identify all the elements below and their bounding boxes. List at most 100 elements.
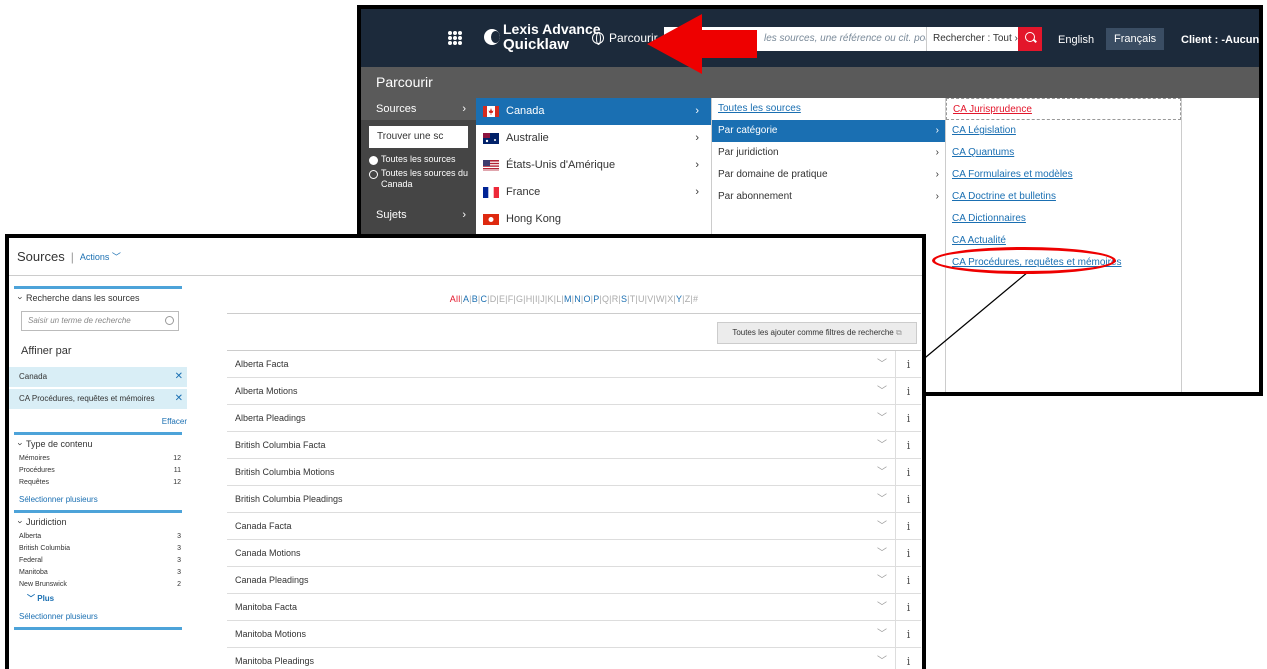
country-item-france[interactable]: France › <box>476 179 711 206</box>
search-icon[interactable] <box>165 316 174 325</box>
result-row[interactable]: Canada Pleadings ﹀ i <box>227 567 921 594</box>
alpha-letter-m[interactable]: M <box>564 294 572 304</box>
link-ca-doctrine[interactable]: CA Doctrine et bulletins <box>946 186 1181 208</box>
info-icon[interactable]: i <box>895 459 921 486</box>
link-ca-jurisprudence[interactable]: CA Jurisprudence <box>946 98 1181 120</box>
content-type-header[interactable]: ›Type de contenu <box>9 435 187 453</box>
country-item-usa[interactable]: États-Unis d'Amérique › <box>476 152 711 179</box>
facet-label: Alberta <box>19 533 42 540</box>
link-ca-quantums[interactable]: CA Quantums <box>946 142 1181 164</box>
topics-menu-item[interactable]: Sujets › <box>361 204 476 226</box>
source-search-input[interactable]: Saisir un terme de recherche <box>21 311 179 331</box>
result-row[interactable]: Alberta Facta ﹀ i <box>227 351 921 378</box>
result-row[interactable]: Canada Facta ﹀ i <box>227 513 921 540</box>
result-row[interactable]: Manitoba Motions ﹀ i <box>227 621 921 648</box>
chevron-down-icon[interactable]: ﹀ <box>877 378 887 405</box>
result-row[interactable]: British Columbia Pleadings ﹀ i <box>227 486 921 513</box>
refine-heading: Affiner par <box>21 345 72 357</box>
close-icon[interactable]: ✕ <box>175 367 183 387</box>
facet-label: British Columbia <box>19 545 70 552</box>
info-icon[interactable]: i <box>895 486 921 513</box>
alpha-letter-w[interactable]: W <box>656 294 665 304</box>
content-type-item[interactable]: Requêtes 12 <box>9 477 187 489</box>
result-row[interactable]: Manitoba Facta ﹀ i <box>227 594 921 621</box>
chevron-down-icon[interactable]: ﹀ <box>877 648 887 669</box>
select-multiple-link[interactable]: Sélectionner plusieurs <box>9 606 187 627</box>
link-ca-legislation[interactable]: CA Législation <box>946 120 1181 142</box>
info-icon[interactable]: i <box>895 378 921 405</box>
chevron-down-icon[interactable]: ﹀ <box>877 405 887 432</box>
info-icon[interactable]: i <box>895 621 921 648</box>
jurisdiction-item[interactable]: Federal 3 <box>9 555 187 567</box>
result-row[interactable]: British Columbia Facta ﹀ i <box>227 432 921 459</box>
result-row[interactable]: British Columbia Motions ﹀ i <box>227 459 921 486</box>
alpha-letter-hash[interactable]: # <box>693 294 698 304</box>
australia-flag-icon <box>483 133 499 144</box>
category-all-sources[interactable]: Toutes les sources <box>712 98 945 120</box>
find-source-input[interactable]: Trouver une sc <box>369 126 468 148</box>
client-selector[interactable]: Client : -Aucun- <box>1181 34 1259 46</box>
clear-filters-link[interactable]: Effacer <box>9 411 187 432</box>
alpha-letter-u[interactable]: U <box>638 294 645 304</box>
result-row[interactable]: Alberta Motions ﹀ i <box>227 378 921 405</box>
chevron-down-icon[interactable]: ﹀ <box>877 486 887 513</box>
jurisdiction-item[interactable]: Manitoba 3 <box>9 567 187 579</box>
sources-menu-item[interactable]: Sources › <box>361 98 476 120</box>
chevron-right-icon: › <box>462 209 466 221</box>
search-scope-dropdown[interactable]: Rechercher : Tout › <box>926 27 1018 51</box>
facet-label: New Brunswick <box>19 581 67 588</box>
content-type-item[interactable]: Procédures 11 <box>9 465 187 477</box>
language-french[interactable]: Français <box>1106 28 1165 50</box>
radio-all-sources[interactable]: Toutes les sources <box>361 154 476 165</box>
info-icon[interactable]: i <box>895 351 921 378</box>
alpha-letter-n[interactable]: N <box>574 294 581 304</box>
search-within-header[interactable]: ›Recherche dans les sources <box>9 289 187 307</box>
info-icon[interactable]: i <box>895 594 921 621</box>
result-row[interactable]: Canada Motions ﹀ i <box>227 540 921 567</box>
chevron-down-icon[interactable]: ﹀ <box>877 459 887 486</box>
alpha-all[interactable]: All <box>450 294 461 304</box>
chevron-down-icon[interactable]: ﹀ <box>877 540 887 567</box>
add-all-as-filters-button[interactable]: Toutes les ajouter comme filtres de rech… <box>717 322 917 344</box>
search-icon[interactable] <box>1018 27 1042 51</box>
chevron-down-icon[interactable]: ﹀ <box>877 621 887 648</box>
info-icon[interactable]: i <box>895 540 921 567</box>
link-ca-forms[interactable]: CA Formulaires et modèles <box>946 164 1181 186</box>
facet-label: Manitoba <box>19 569 48 576</box>
apps-grid-icon[interactable] <box>448 31 462 45</box>
more-jurisdictions-link[interactable]: ﹀ Plus <box>9 591 187 606</box>
category-by-practice-area[interactable]: Par domaine de pratique › <box>712 164 945 186</box>
info-icon[interactable]: i <box>895 405 921 432</box>
info-icon[interactable]: i <box>895 432 921 459</box>
country-item-canada[interactable]: Canada › <box>476 98 711 125</box>
alpha-letter-o[interactable]: O <box>583 294 590 304</box>
content-type-item[interactable]: Mémoires 12 <box>9 453 187 465</box>
chevron-down-icon[interactable]: ﹀ <box>877 513 887 540</box>
link-ca-dictionaries[interactable]: CA Dictionnaires <box>946 208 1181 230</box>
header-separator: | <box>70 249 74 264</box>
info-icon[interactable]: i <box>895 648 921 669</box>
category-by-category[interactable]: Par catégorie › <box>712 120 945 142</box>
close-icon[interactable]: ✕ <box>175 389 183 409</box>
jurisdiction-header[interactable]: ›Juridiction <box>9 513 187 531</box>
chevron-down-icon[interactable]: ﹀ <box>877 432 887 459</box>
actions-dropdown[interactable]: Actions ﹀ <box>80 250 121 263</box>
jurisdiction-item[interactable]: Alberta 3 <box>9 531 187 543</box>
radio-canada-sources[interactable]: Toutes les sources du Canada <box>361 168 476 190</box>
info-icon[interactable]: i <box>895 567 921 594</box>
language-english[interactable]: English <box>1058 34 1094 46</box>
chevron-down-icon[interactable]: ﹀ <box>877 567 887 594</box>
jurisdiction-item[interactable]: British Columbia 3 <box>9 543 187 555</box>
country-item-australia[interactable]: Australie › <box>476 125 711 152</box>
chevron-down-icon[interactable]: ﹀ <box>877 351 887 378</box>
category-by-subscription[interactable]: Par abonnement › <box>712 186 945 208</box>
country-item-hongkong[interactable]: Hong Kong <box>476 206 711 233</box>
chevron-down-icon[interactable]: ﹀ <box>877 594 887 621</box>
jurisdiction-item[interactable]: New Brunswick 2 <box>9 579 187 591</box>
top-navigation-bar: Lexis Advance Quicklaw Parcourir les sou… <box>361 9 1259 67</box>
result-row[interactable]: Alberta Pleadings ﹀ i <box>227 405 921 432</box>
select-multiple-link[interactable]: Sélectionner plusieurs <box>9 489 187 510</box>
info-icon[interactable]: i <box>895 513 921 540</box>
category-by-jurisdiction[interactable]: Par juridiction › <box>712 142 945 164</box>
result-row[interactable]: Manitoba Pleadings ﹀ i <box>227 648 921 669</box>
